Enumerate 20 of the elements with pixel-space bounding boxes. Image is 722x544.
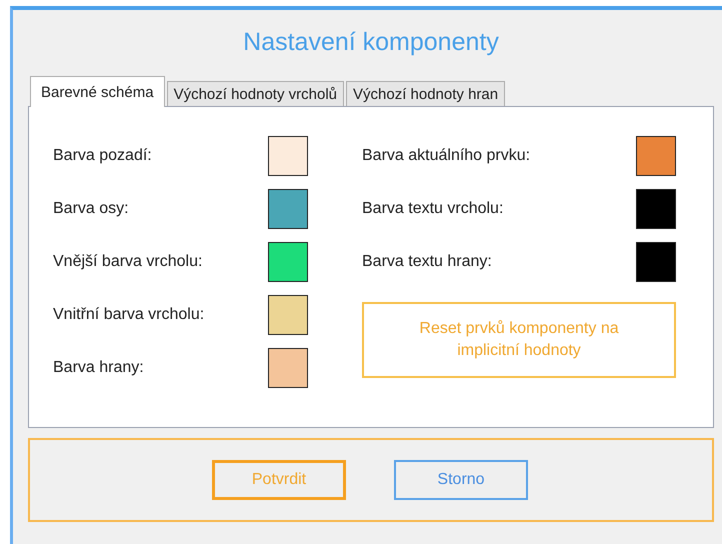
color-swatch[interactable] [636,242,676,282]
color-label: Barva textu hrany: [362,252,492,270]
color-swatch[interactable] [268,242,308,282]
tab[interactable]: Barevné schéma [30,76,165,107]
color-swatch[interactable] [636,136,676,176]
tab[interactable]: Výchozí hodnoty vrcholů [166,81,344,106]
color-label: Barva osy: [53,200,129,218]
color-label: Barva hrany: [53,358,144,376]
color-swatch[interactable] [268,136,308,176]
color-swatch[interactable] [636,188,676,228]
color-label: Barva textu vrcholu: [362,200,504,218]
tab[interactable]: Výchozí hodnoty hran [346,81,506,106]
color-label: Vnější barva vrcholu: [53,252,202,270]
color-swatch[interactable] [268,294,308,334]
color-label: Vnitřní barva vrcholu: [53,306,204,324]
color-swatch[interactable] [268,348,308,388]
color-swatch[interactable] [268,188,308,228]
color-label: Barva pozadí: [53,146,152,164]
dialog-title: Nastavení komponenty [242,26,500,58]
color-label: Barva aktuálního prvku: [362,146,530,164]
